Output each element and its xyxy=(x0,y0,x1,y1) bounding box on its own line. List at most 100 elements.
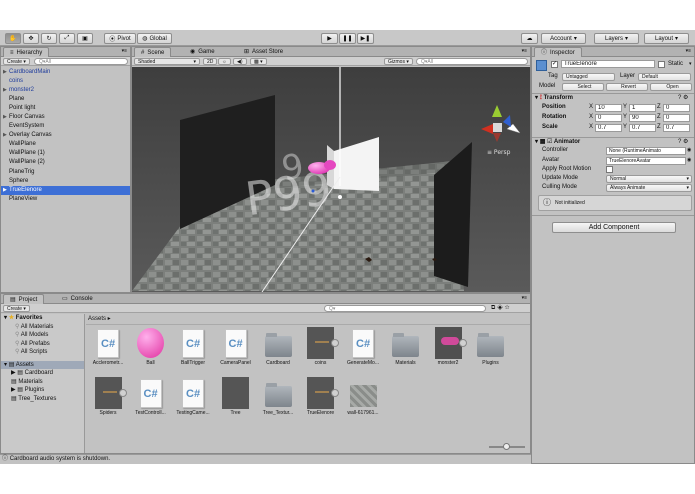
hierarchy-item[interactable]: WallPlane (2) xyxy=(1,158,130,167)
gameobject-name-field[interactable]: TrueElenore xyxy=(561,60,655,68)
add-component-button[interactable]: Add Component xyxy=(552,222,676,233)
help-icon[interactable]: ? ⚙ xyxy=(678,138,688,145)
hierarchy-item[interactable]: WallPlane (1) xyxy=(1,149,130,158)
z-axis-label[interactable]: Z xyxy=(657,113,661,122)
tree-folder-item[interactable]: ▶ ▤ Plugins xyxy=(1,386,84,395)
asset-item[interactable]: C# BallTrigger xyxy=(171,328,215,366)
shading-dropdown[interactable]: Shaded ▾ xyxy=(134,58,200,65)
z-axis-label[interactable]: Z xyxy=(657,123,661,132)
help-icon[interactable]: ? ⚙ xyxy=(678,94,688,101)
panel-menu-icon[interactable]: ▾≡ xyxy=(522,48,527,54)
tree-folder-item[interactable]: ▤ Tree_Textures xyxy=(1,395,84,404)
asset-item[interactable]: wall-617961... xyxy=(341,378,385,416)
panel-menu-icon[interactable]: ▾≡ xyxy=(122,48,127,54)
scale-z-field[interactable]: 0.7 xyxy=(663,124,690,132)
x-axis-label[interactable]: X xyxy=(589,103,593,112)
audio-toggle[interactable]: ◀) xyxy=(233,58,247,65)
model-open-button[interactable]: Open xyxy=(650,83,692,91)
pivot-button[interactable]: ⦿ Pivot xyxy=(104,33,136,44)
project-create-button[interactable]: Create ▾ xyxy=(3,305,30,312)
asset-item[interactable]: C# TestingCame... xyxy=(171,378,215,416)
asset-item[interactable]: C# Acclerometr... xyxy=(86,328,130,366)
step-button[interactable]: ▶❚ xyxy=(357,33,374,44)
global-button[interactable]: ◍ Global xyxy=(137,33,172,44)
active-checkbox[interactable]: ✓ xyxy=(551,61,558,68)
x-axis-label[interactable]: X xyxy=(589,123,593,132)
z-axis-label[interactable]: Z xyxy=(657,103,661,112)
gizmos-dropdown[interactable]: Gizmos ▾ xyxy=(384,58,413,65)
hierarchy-item[interactable]: EventSystem xyxy=(1,122,130,131)
2d-toggle[interactable]: 2D xyxy=(203,58,218,65)
favorite-item[interactable]: ⚲ All Materials xyxy=(1,323,84,332)
model-revert-button[interactable]: Revert xyxy=(606,83,648,91)
asset-item[interactable]: C# CameraPanel xyxy=(214,328,258,366)
transform-header[interactable]: ▾ ⟟ Transform xyxy=(535,94,573,102)
asset-item[interactable]: Ball xyxy=(129,328,173,366)
favorite-item[interactable]: ⚲ All Models xyxy=(1,331,84,340)
lighting-toggle[interactable]: ☼ xyxy=(218,58,231,65)
position-x-field[interactable]: 10 xyxy=(595,104,622,112)
asset-item[interactable]: Spiders xyxy=(86,377,130,416)
object-picker-icon[interactable]: ◉ xyxy=(687,147,691,153)
layout-dropdown[interactable]: Layout ▾ xyxy=(644,33,689,44)
rotation-z-field[interactable]: 0 xyxy=(663,114,690,122)
asset-item[interactable]: TrueElenore xyxy=(299,377,343,416)
filter-icons[interactable]: ⧉ ◈ ☆ xyxy=(491,305,510,312)
hierarchy-item[interactable]: WallPlane xyxy=(1,140,130,149)
layers-dropdown[interactable]: Layers ▾ xyxy=(594,33,639,44)
assets-header[interactable]: ▾ ▤ Assets xyxy=(1,360,84,369)
favorite-item[interactable]: ⚲ All Scripts xyxy=(1,348,84,357)
position-z-field[interactable]: 0 xyxy=(663,104,690,112)
rotation-x-field[interactable]: 0 xyxy=(595,114,622,122)
y-axis-label[interactable]: Y xyxy=(623,123,627,132)
hierarchy-item[interactable]: Plane xyxy=(1,95,130,104)
pause-button[interactable]: ❚❚ xyxy=(339,33,356,44)
rotate-tool-button[interactable]: ↻ xyxy=(41,33,57,44)
tree-folder-item[interactable]: ▶ ▤ Cardboard xyxy=(1,369,84,378)
scene-viewport[interactable]: P99 9 ≡ Persp xyxy=(132,67,530,292)
hierarchy-item[interactable]: ▶ CardboardMain xyxy=(1,68,130,77)
asset-item[interactable]: Cardboard xyxy=(256,328,300,366)
y-axis-label[interactable]: Y xyxy=(623,113,627,122)
hierarchy-item[interactable]: ▶ Overlay Canvas xyxy=(1,131,130,140)
panel-menu-icon[interactable]: ▾≡ xyxy=(522,295,527,301)
x-axis-label[interactable]: X xyxy=(589,113,593,122)
tree-folder-item[interactable]: ▤ Materials xyxy=(1,378,84,387)
static-dropdown-icon[interactable]: ▾ xyxy=(689,61,692,67)
root-motion-checkbox[interactable] xyxy=(606,166,613,173)
tab-asset-store[interactable]: ⊞ Asset Store xyxy=(238,47,289,57)
avatar-field[interactable]: TrueElenoreAvatar xyxy=(606,157,686,165)
hierarchy-item[interactable]: Sphere xyxy=(1,177,130,186)
hierarchy-item[interactable]: PlaneView xyxy=(1,195,130,204)
asset-item[interactable]: coins xyxy=(299,327,343,366)
tab-game[interactable]: ◉ Game xyxy=(184,47,221,57)
static-checkbox[interactable] xyxy=(658,61,665,68)
hierarchy-item[interactable]: Point light xyxy=(1,104,130,113)
tab-project[interactable]: ▤ Project xyxy=(3,294,45,304)
animator-checkbox[interactable]: ☑ xyxy=(547,139,552,145)
play-button[interactable]: ▶ xyxy=(321,33,338,44)
favorite-item[interactable]: ⚲ All Prefabs xyxy=(1,340,84,349)
expand-icon[interactable] xyxy=(331,389,339,397)
hierarchy-search-input[interactable]: Q▾All xyxy=(34,58,128,65)
hierarchy-item[interactable]: coins xyxy=(1,77,130,86)
panel-menu-icon[interactable]: ▾≡ xyxy=(686,48,691,54)
rect-tool-button[interactable]: ▣ xyxy=(77,33,93,44)
controller-field[interactable]: None (RuntimeAnimato xyxy=(606,147,686,155)
rotation-y-field[interactable]: 90 xyxy=(629,114,656,122)
breadcrumb[interactable]: Assets ▸ xyxy=(88,315,111,322)
object-picker-icon[interactable]: ◉ xyxy=(687,157,691,163)
expand-icon[interactable] xyxy=(331,339,339,347)
scale-x-field[interactable]: 0.7 xyxy=(595,124,622,132)
project-search-input[interactable]: Q▾ xyxy=(324,305,486,312)
layer-dropdown[interactable]: Default xyxy=(638,73,691,81)
scale-tool-button[interactable]: ⤢ xyxy=(59,33,75,44)
scale-y-field[interactable]: 0.7 xyxy=(629,124,656,132)
position-y-field[interactable]: 1 xyxy=(629,104,656,112)
hierarchy-item[interactable]: ▶ Floor Canvas xyxy=(1,113,130,122)
culling-mode-dropdown[interactable]: Always Animate ▾ xyxy=(606,184,692,192)
tab-console[interactable]: ▭ Console xyxy=(56,294,99,304)
model-select-button[interactable]: Select xyxy=(562,83,604,91)
scene-search-input[interactable]: Q▾All xyxy=(416,58,528,65)
asset-item[interactable]: Plugins xyxy=(469,328,513,366)
